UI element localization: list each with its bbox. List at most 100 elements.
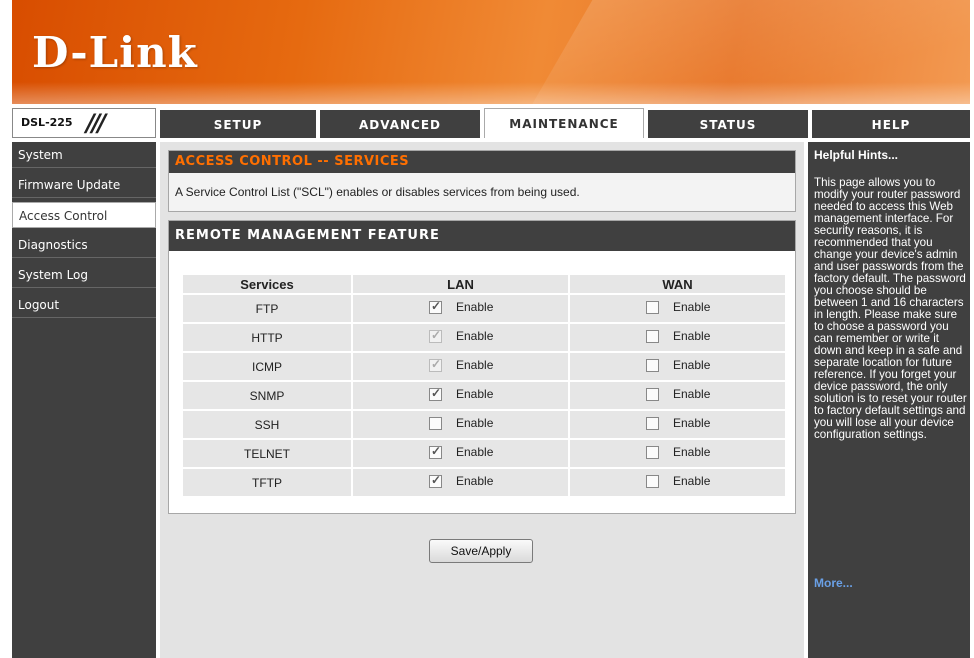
section-title-main: ACCESS CONTROL	[175, 154, 313, 169]
service-name: SNMP	[183, 382, 351, 409]
sidebar-item-system[interactable]: System	[12, 142, 156, 168]
header-lan: LAN	[353, 275, 568, 293]
service-name: ICMP	[183, 353, 351, 380]
remote-management-title: REMOTE MANAGEMENT FEATURE	[169, 221, 795, 251]
wan-enable-checkbox[interactable]	[646, 474, 659, 488]
wan-enable-checkbox[interactable]	[646, 300, 659, 314]
wan-cell: Enable	[570, 382, 785, 409]
service-name: SSH	[183, 411, 351, 438]
wan-enable-label: Enable	[673, 416, 711, 431]
table-row: FTP Enable Enable	[183, 295, 785, 322]
wan-cell: Enable	[570, 353, 785, 380]
wan-cell: Enable	[570, 324, 785, 351]
tab-advanced[interactable]: ADVANCED	[320, 110, 480, 138]
wan-enable-option: Enable	[646, 358, 710, 372]
header-wan: WAN	[570, 275, 785, 293]
lan-enable-option: Enable	[429, 357, 494, 373]
main-content: ACCESS CONTROL -- SERVICES A Service Con…	[160, 142, 804, 658]
lan-enable-label: Enable	[456, 358, 494, 373]
wan-enable-checkbox[interactable]	[646, 329, 659, 343]
save-apply-button[interactable]: Save/Apply	[429, 539, 533, 563]
dlink-logo: D-Link	[32, 28, 198, 77]
service-name: TELNET	[183, 440, 351, 467]
table-row: TFTP Enable Enable	[183, 469, 785, 496]
lan-cell: Enable	[353, 411, 568, 438]
lan-enable-checkbox[interactable]	[429, 299, 442, 314]
services-table-body: FTP Enable Enable HTTP Enable Enable ICMP Enabl…	[183, 295, 785, 496]
wan-enable-option: Enable	[646, 387, 710, 401]
lan-enable-checkbox	[429, 357, 442, 372]
lan-enable-checkbox[interactable]	[429, 416, 442, 430]
help-text: This page allows you to modify your rout…	[814, 176, 967, 441]
model-name: DSL-225	[21, 116, 73, 129]
lan-enable-option: Enable	[429, 386, 494, 402]
table-row: SSH Enable Enable	[183, 411, 785, 438]
services-table: Services LAN WAN FTP Enable Enable HTTP Enab…	[181, 273, 787, 498]
header-services: Services	[183, 275, 351, 293]
service-name: HTTP	[183, 324, 351, 351]
sidebar-item-logout[interactable]: Logout	[12, 292, 156, 318]
tab-maintenance[interactable]: MAINTENANCE	[484, 108, 644, 138]
wan-enable-label: Enable	[673, 445, 711, 460]
lan-enable-label: Enable	[456, 416, 494, 431]
tab-setup[interactable]: SETUP	[160, 110, 316, 138]
lan-cell: Enable	[353, 382, 568, 409]
sidebar: System Firmware Update Access Control Di…	[12, 142, 156, 658]
help-title: Helpful Hints...	[814, 148, 898, 162]
wan-cell: Enable	[570, 411, 785, 438]
wan-enable-option: Enable	[646, 474, 710, 488]
table-row: SNMP Enable Enable	[183, 382, 785, 409]
wan-enable-option: Enable	[646, 416, 710, 430]
lan-enable-label: Enable	[456, 300, 494, 315]
lan-enable-label: Enable	[456, 329, 494, 344]
wan-cell: Enable	[570, 440, 785, 467]
wan-enable-checkbox[interactable]	[646, 416, 659, 430]
lan-enable-option: Enable	[429, 416, 493, 430]
wan-enable-label: Enable	[673, 300, 711, 315]
lan-enable-option: Enable	[429, 473, 494, 489]
sidebar-item-system-log[interactable]: System Log	[12, 262, 156, 288]
wan-enable-checkbox[interactable]	[646, 445, 659, 459]
wan-enable-checkbox[interactable]	[646, 358, 659, 372]
wan-cell: Enable	[570, 469, 785, 496]
tab-help[interactable]: HELP	[812, 110, 970, 138]
tab-status[interactable]: STATUS	[648, 110, 808, 138]
help-panel: Helpful Hints... This page allows you to…	[808, 142, 970, 658]
model-slash-decoration: ///	[86, 109, 106, 137]
wan-enable-label: Enable	[673, 387, 711, 402]
lan-cell: Enable	[353, 295, 568, 322]
service-name: FTP	[183, 295, 351, 322]
table-header-row: Services LAN WAN	[183, 275, 785, 293]
access-control-section: ACCESS CONTROL -- SERVICES A Service Con…	[168, 150, 796, 212]
lan-enable-checkbox	[429, 328, 442, 343]
lan-enable-checkbox[interactable]	[429, 444, 442, 459]
sidebar-item-access-control[interactable]: Access Control	[12, 202, 156, 228]
sidebar-item-diagnostics[interactable]: Diagnostics	[12, 232, 156, 258]
model-badge: DSL-225 ///	[12, 108, 156, 138]
table-row: HTTP Enable Enable	[183, 324, 785, 351]
lan-enable-checkbox[interactable]	[429, 386, 442, 401]
wan-enable-option: Enable	[646, 445, 710, 459]
wan-enable-option: Enable	[646, 300, 710, 314]
lan-enable-option: Enable	[429, 299, 494, 315]
lan-enable-label: Enable	[456, 474, 494, 489]
section-title-sub: SERVICES	[334, 154, 410, 169]
section-description: A Service Control List ("SCL") enables o…	[175, 185, 580, 199]
table-row: ICMP Enable Enable	[183, 353, 785, 380]
help-more-link[interactable]: More...	[814, 576, 853, 590]
lan-enable-label: Enable	[456, 445, 494, 460]
wan-enable-checkbox[interactable]	[646, 387, 659, 401]
header-banner: D-Link	[12, 0, 970, 104]
top-nav: DSL-225 /// SETUP ADVANCED MAINTENANCE S…	[12, 108, 970, 138]
wan-enable-label: Enable	[673, 358, 711, 373]
sidebar-item-firmware-update[interactable]: Firmware Update	[12, 172, 156, 198]
lan-cell: Enable	[353, 324, 568, 351]
section-title-separator: --	[312, 154, 335, 169]
lan-cell: Enable	[353, 469, 568, 496]
wan-enable-label: Enable	[673, 474, 711, 489]
remote-management-section: REMOTE MANAGEMENT FEATURE Services LAN W…	[168, 220, 796, 514]
lan-enable-label: Enable	[456, 387, 494, 402]
lan-cell: Enable	[353, 440, 568, 467]
lan-enable-checkbox[interactable]	[429, 473, 442, 488]
wan-enable-option: Enable	[646, 329, 710, 343]
